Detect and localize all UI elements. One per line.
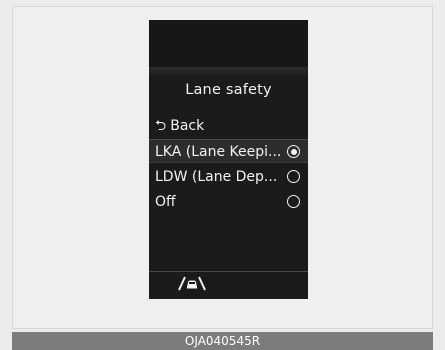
display-header-band	[149, 67, 308, 75]
lane-assist-icon	[178, 276, 206, 291]
radio-unselected-icon[interactable]	[287, 195, 300, 208]
radio-selected-icon[interactable]	[287, 145, 300, 158]
menu-item-label: LDW (Lane Dep...	[155, 169, 278, 185]
menu-item-ldw[interactable]: LDW (Lane Dep...	[149, 165, 308, 189]
display-top-area	[149, 20, 308, 67]
menu-item-label: Off	[155, 194, 176, 210]
radio-unselected-icon[interactable]	[287, 170, 300, 183]
menu-item-lka[interactable]: LKA (Lane Keepi...	[149, 139, 308, 163]
back-label-wrap: ⮌ Back	[155, 114, 204, 138]
back-menu-item[interactable]: ⮌ Back	[149, 114, 308, 138]
back-label: Back	[170, 118, 205, 134]
figure-caption: OJA040545R	[12, 332, 433, 350]
menu-item-off[interactable]: Off	[149, 190, 308, 214]
footer-divider	[149, 271, 308, 272]
back-arrow-icon: ⮌	[155, 118, 167, 134]
menu-title: Lane safety	[185, 82, 272, 98]
menu-item-label: LKA (Lane Keepi...	[155, 144, 282, 160]
cluster-display: Lane safety ⮌ Back LKA (Lane Keepi... LDW…	[149, 20, 308, 299]
